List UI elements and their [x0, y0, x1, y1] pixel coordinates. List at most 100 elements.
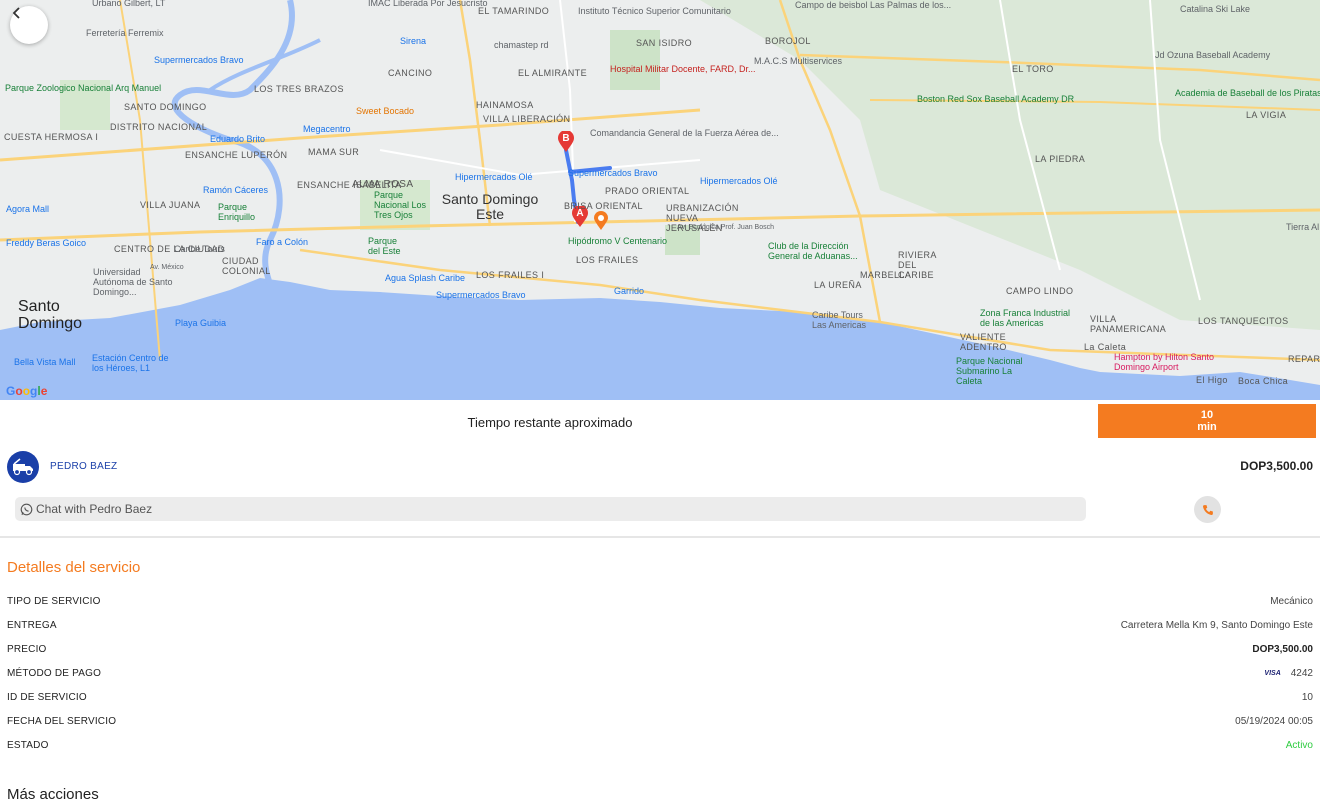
- detail-key: TIPO DE SERVICIO: [7, 596, 101, 607]
- map-label: El Toro: [1012, 64, 1054, 74]
- map-label: Universidad Autónoma de Santo Domingo...: [93, 267, 173, 297]
- detail-key: MÉTODO DE PAGO: [7, 668, 102, 679]
- divider: [0, 536, 1320, 538]
- map-label: Catalina Ski Lake: [1180, 4, 1251, 14]
- map-label: Parque Nacional Submarino La Caleta: [956, 356, 1023, 386]
- detail-row-service-id: ID DE SERVICIO 10: [7, 692, 1313, 716]
- map-label: Caribe Tours: [174, 244, 225, 254]
- driver-price: DOP3,500.00: [1240, 459, 1313, 473]
- map-label: Santo Domingo: [18, 298, 83, 332]
- detail-key: ESTADO: [7, 740, 49, 751]
- map-label: Caribe Tours Las Americas: [812, 310, 867, 330]
- map-label: VILLA PANAMERICANA: [1090, 314, 1167, 334]
- call-button[interactable]: [1194, 496, 1221, 523]
- map-label: CANCINO: [388, 68, 433, 78]
- map-label: LOS TANQUECITOS: [1198, 316, 1289, 326]
- map-label: Parque Zoologico Nacional Arq Manuel: [5, 83, 162, 93]
- map-label: Garrido: [614, 286, 645, 296]
- map-label: Hipódromo V Centenario: [568, 236, 668, 246]
- map-label: CAMPO LINDO: [1006, 286, 1074, 296]
- eta-badge: 10 min: [1098, 404, 1316, 438]
- map-label: La Piedra: [1035, 154, 1086, 164]
- map-label: LOS FRAILES I: [476, 270, 545, 280]
- map-label: Campo de beisbol Las Palmas de los...: [795, 0, 952, 10]
- map-label: Parque Enriquillo: [218, 202, 256, 222]
- map-view[interactable]: B A Urbano Gilbert, LT IMAC Liberada Por…: [0, 0, 1320, 400]
- back-button[interactable]: [10, 6, 48, 44]
- chat-label: Chat with Pedro Baez: [36, 502, 153, 516]
- map-label: Hipermercados Olé: [700, 176, 778, 186]
- map-label: CUESTA HERMOSA I: [4, 132, 99, 142]
- map-label: ENSANCHE ISABELITA: [297, 180, 402, 190]
- detail-value: Mecánico: [1270, 596, 1313, 607]
- map-label: MAMA SUR: [308, 147, 360, 157]
- map-label: Hipermercados Olé: [455, 172, 533, 182]
- detail-row-price: PRECIO DOP3,500.00: [7, 644, 1313, 668]
- status-badge: Activo: [1285, 740, 1313, 751]
- map-label: El Higo: [1196, 375, 1228, 385]
- map-label: La Caleta: [1084, 342, 1127, 352]
- eta-unit: min: [1197, 421, 1217, 433]
- map-label: BOROJOL: [765, 36, 811, 46]
- map-label: Supermercados Bravo: [154, 55, 244, 65]
- map-label: SANTO DOMINGO: [124, 102, 207, 112]
- map-label: Boston Red Sox Baseball Academy DR: [917, 94, 1075, 104]
- map-label: Sweet Bocado: [356, 106, 415, 116]
- map-label: Boca Chica: [1238, 376, 1289, 386]
- detail-value: 10: [1301, 692, 1313, 703]
- map-label: Club de la Dirección General de Aduanas.…: [768, 241, 858, 261]
- map-label: IMAC Liberada Por Jesucristo: [368, 0, 488, 8]
- detail-key: ENTREGA: [7, 620, 57, 631]
- map-label: ENSANCHE LUPERÓN: [185, 150, 288, 160]
- map-label: VALIENTE ADENTRO: [960, 332, 1007, 352]
- map-label: EL ALMIRANTE: [518, 68, 587, 78]
- detail-key: ID DE SERVICIO: [7, 692, 87, 703]
- detail-key: FECHA DEL SERVICIO: [7, 716, 117, 727]
- map-label: Comandancia General de la Fuerza Aérea d…: [590, 128, 779, 138]
- map-label: Hampton by Hilton Santo Domingo Airport: [1114, 352, 1215, 372]
- chevron-left-icon: [12, 7, 20, 19]
- map-label: HAINAMOSA: [476, 100, 534, 110]
- detail-value: Carretera Mella Km 9, Santo Domingo Este: [1120, 620, 1313, 631]
- tow-truck-icon: [13, 458, 33, 476]
- map-label: Eduardo Brito: [210, 134, 266, 144]
- map-label: BRISA ORIENTAL: [564, 201, 643, 211]
- detail-key: PRECIO: [7, 644, 47, 655]
- map-label: Academia de Baseball de los Piratas de P…: [1175, 88, 1320, 98]
- eta-value: 10: [1200, 409, 1214, 421]
- map-label: La Vigia: [1246, 110, 1287, 120]
- section-title: Detalles del servicio: [7, 559, 141, 576]
- marker-b[interactable]: B: [557, 131, 575, 153]
- map-label: Parque del Este: [368, 236, 401, 256]
- whatsapp-icon: [20, 503, 33, 515]
- map-label: VILLA LIBERACIÓN: [483, 114, 571, 124]
- map-label: LOS FRAILES: [576, 255, 639, 265]
- map-label: LA UREÑA: [814, 280, 862, 290]
- map-label: REPART: [1288, 354, 1320, 364]
- detail-value: 05/19/2024 00:05: [1235, 716, 1313, 727]
- detail-row-status: ESTADO Activo: [7, 740, 1313, 764]
- map-label: Megacentro: [303, 124, 351, 134]
- detail-value-payment: VISA 4242: [1264, 668, 1313, 679]
- map-label: Santo Domingo Este: [441, 191, 539, 222]
- eta-row: Tiempo restante aproximado 10 min: [0, 400, 1320, 444]
- phone-icon: [1202, 504, 1213, 515]
- driver-location-marker[interactable]: [593, 211, 609, 231]
- detail-row-service-date: FECHA DEL SERVICIO 05/19/2024 00:05: [7, 716, 1313, 740]
- map-label: Urbano Gilbert, LT: [92, 0, 166, 8]
- driver-name: PEDRO BAEZ: [50, 461, 118, 472]
- map-label: Jd Ozuna Baseball Academy: [1155, 50, 1271, 60]
- map-label: SAN ISIDRO: [636, 38, 693, 48]
- map-label: Hospital Militar Docente, FARD, Dr...: [610, 64, 756, 74]
- map-label: LOS TRES BRAZOS: [254, 84, 344, 94]
- map-label: Faro a Colón: [256, 237, 309, 247]
- map-label: Ramón Cáceres: [203, 185, 269, 195]
- map-label: Tierra Al: [1286, 222, 1320, 232]
- map-label: CIUDAD COLONIAL: [222, 256, 271, 276]
- chat-button[interactable]: Chat with Pedro Baez: [15, 497, 1086, 521]
- map-label: PRADO ORIENTAL: [605, 186, 690, 196]
- card-last-digits: 4242: [1290, 668, 1313, 679]
- map-label: DISTRITO NACIONAL: [110, 122, 208, 132]
- map-label: Zona Franca Industrial de las Americas: [980, 308, 1071, 328]
- avatar: [7, 451, 39, 483]
